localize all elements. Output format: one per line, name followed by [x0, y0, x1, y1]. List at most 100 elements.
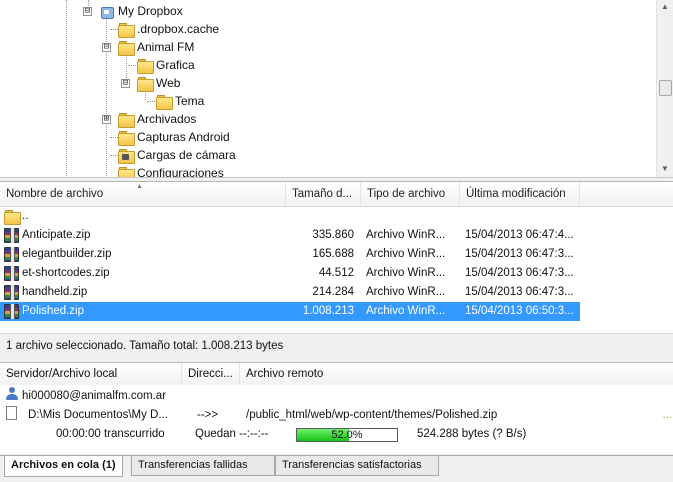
remote-file-list[interactable]: Nombre de archivo ▲ Tamaño d... Tipo de … [0, 181, 673, 333]
file-row[interactable]: handheld.zip 214.284 Archivo WinR... 15/… [0, 283, 580, 302]
queue-remote-file: /public_html/web/wp-content/themes/Polis… [246, 409, 498, 421]
expand-icon[interactable]: ⊞ [102, 115, 111, 124]
selection-status-text: 1 archivo seleccionado. Tamaño total: 1.… [0, 333, 673, 359]
file-name: handheld.zip [22, 286, 88, 298]
file-type: Archivo WinR... [366, 248, 446, 260]
column-header-modified[interactable]: Última modificación [460, 182, 580, 206]
transferred-bytes: 524.288 bytes (? B/s) [417, 428, 527, 440]
file-size: 1.008.213 [302, 305, 354, 317]
file-row[interactable]: Anticipate.zip 335.860 Archivo WinR... 1… [0, 226, 580, 245]
scroll-up-arrow-icon[interactable]: ▲ [657, 0, 673, 14]
folder-icon [118, 130, 135, 146]
file-modified: 15/04/2013 06:47:3... [465, 248, 574, 260]
tree-item-label: Capturas Android [137, 130, 230, 144]
file-size: 214.284 [312, 286, 354, 298]
column-header-name[interactable]: Nombre de archivo ▲ [0, 182, 286, 206]
file-row[interactable]: et-shortcodes.zip 44.512 Archivo WinR...… [0, 264, 580, 283]
tree-item-grafica[interactable]: Grafica [137, 56, 195, 74]
transfer-queue[interactable]: Servidor/Archivo local Direcci... Archiv… [0, 362, 673, 454]
file-row-parent[interactable]: .. [0, 207, 580, 226]
tree-item-my-dropbox[interactable]: My Dropbox [99, 2, 183, 20]
collapse-icon[interactable]: ⊟ [83, 7, 92, 16]
file-name: Anticipate.zip [22, 229, 91, 241]
folder-icon [137, 76, 154, 92]
parent-folder-icon [4, 210, 21, 225]
file-name: elegantbuilder.zip [22, 248, 112, 260]
file-row[interactable]: elegantbuilder.zip 165.688 Archivo WinR.… [0, 245, 580, 264]
queue-header-remote[interactable]: Archivo remoto [240, 363, 673, 385]
tab-transferencias-fallidas[interactable]: Transferencias fallidas [131, 456, 275, 476]
sort-ascending-icon: ▲ [136, 183, 143, 190]
tree-guide-line [147, 101, 155, 102]
tree-item-web[interactable]: Web [137, 74, 180, 92]
tree-guide-line [128, 65, 136, 66]
scroll-down-arrow-icon[interactable]: ▼ [657, 162, 673, 176]
queue-file-row[interactable]: D:\Mis Documentos\My D... -->> /public_h… [0, 406, 673, 425]
winrar-archive-icon [4, 266, 19, 281]
folder-icon [118, 22, 135, 38]
transfer-progress-bar: 52.0% [296, 428, 398, 442]
queue-header-direction[interactable]: Direcci... [182, 363, 240, 385]
winrar-archive-icon [4, 304, 19, 319]
tab-archivos-en-cola[interactable]: Archivos en cola (1) [4, 456, 123, 477]
tree-item-label: .dropbox.cache [137, 22, 220, 36]
queue-direction-arrow: -->> [197, 409, 219, 421]
folder-icon [118, 112, 135, 128]
winrar-archive-icon [4, 247, 19, 262]
folder-icon [137, 58, 154, 74]
tree-item-configuraciones[interactable]: Configuraciones [118, 164, 224, 177]
tree-guide-line [110, 155, 118, 156]
tree-item-label: Grafica [156, 58, 195, 72]
queue-local-file: D:\Mis Documentos\My D... [28, 409, 168, 421]
column-header-type[interactable]: Tipo de archivo [361, 182, 460, 206]
tree-item-label: My Dropbox [118, 4, 183, 18]
server-user-icon [6, 387, 18, 400]
queue-progress-row: 00:00:00 transcurrido Quedan --:--:-- 52… [0, 425, 673, 444]
remote-directory-tree[interactable]: ⊟ ⊟ ⊟ ⊞ My Dropbox .dropbox.cache Animal… [0, 0, 673, 178]
file-icon [6, 406, 17, 420]
column-header-size[interactable]: Tamaño d... [286, 182, 361, 206]
winrar-archive-icon [4, 285, 19, 300]
dropbox-folder-icon [99, 4, 114, 19]
tree-item-dropbox-cache[interactable]: .dropbox.cache [118, 20, 219, 38]
file-modified: 15/04/2013 06:47:3... [465, 267, 574, 279]
file-name: Polished.zip [22, 305, 85, 317]
collapse-icon[interactable]: ⊟ [121, 79, 130, 88]
tree-scrollbar[interactable]: ▲ ▼ [656, 0, 673, 177]
tree-item-animal-fm[interactable]: Animal FM [118, 38, 194, 56]
queue-header-server-local[interactable]: Servidor/Archivo local [0, 363, 182, 385]
queue-server-name: hi000080@animalfm.com.ar [22, 390, 166, 402]
camera-folder-icon [118, 148, 135, 164]
file-size: 44.512 [318, 267, 354, 279]
folder-icon [156, 94, 173, 110]
file-type: Archivo WinR... [366, 267, 446, 279]
remaining-time: Quedan --:--:-- [195, 428, 269, 440]
tree-guide-line [110, 29, 118, 30]
collapse-icon[interactable]: ⊟ [102, 43, 111, 52]
column-header-label: Nombre de archivo [6, 188, 104, 200]
tree-item-label: Cargas de cámara [137, 148, 236, 162]
file-row-selected[interactable]: Polished.zip 1.008.213 Archivo WinR... 1… [0, 302, 580, 321]
tree-item-archivados[interactable]: Archivados [118, 110, 196, 128]
tree-guide-line [110, 137, 118, 138]
scrollbar-thumb[interactable] [659, 80, 672, 96]
folder-icon [118, 40, 135, 56]
queue-server-row[interactable]: hi000080@animalfm.com.ar [0, 387, 673, 406]
file-modified: 15/04/2013 06:50:3... [465, 305, 574, 317]
tree-guide-line [106, 16, 107, 177]
tree-item-capturas-android[interactable]: Capturas Android [118, 128, 230, 146]
file-name: .. [22, 210, 29, 222]
file-type: Archivo WinR... [366, 305, 446, 317]
file-type: Archivo WinR... [366, 286, 446, 298]
winrar-archive-icon [4, 228, 19, 243]
column-header-filler [580, 182, 673, 206]
queue-tabs: Archivos en cola (1) Transferencias fall… [0, 455, 673, 482]
tree-item-label: Web [156, 76, 181, 90]
file-modified: 15/04/2013 06:47:4... [465, 229, 574, 241]
folder-icon [118, 166, 135, 177]
tab-transferencias-satisfactorias[interactable]: Transferencias satisfactorias [275, 456, 439, 476]
file-modified: 15/04/2013 06:47:3... [465, 286, 574, 298]
elapsed-time: 00:00:00 transcurrido [56, 428, 165, 440]
tree-item-cargas-camara[interactable]: Cargas de cámara [118, 146, 236, 164]
tree-item-tema[interactable]: Tema [156, 92, 204, 110]
